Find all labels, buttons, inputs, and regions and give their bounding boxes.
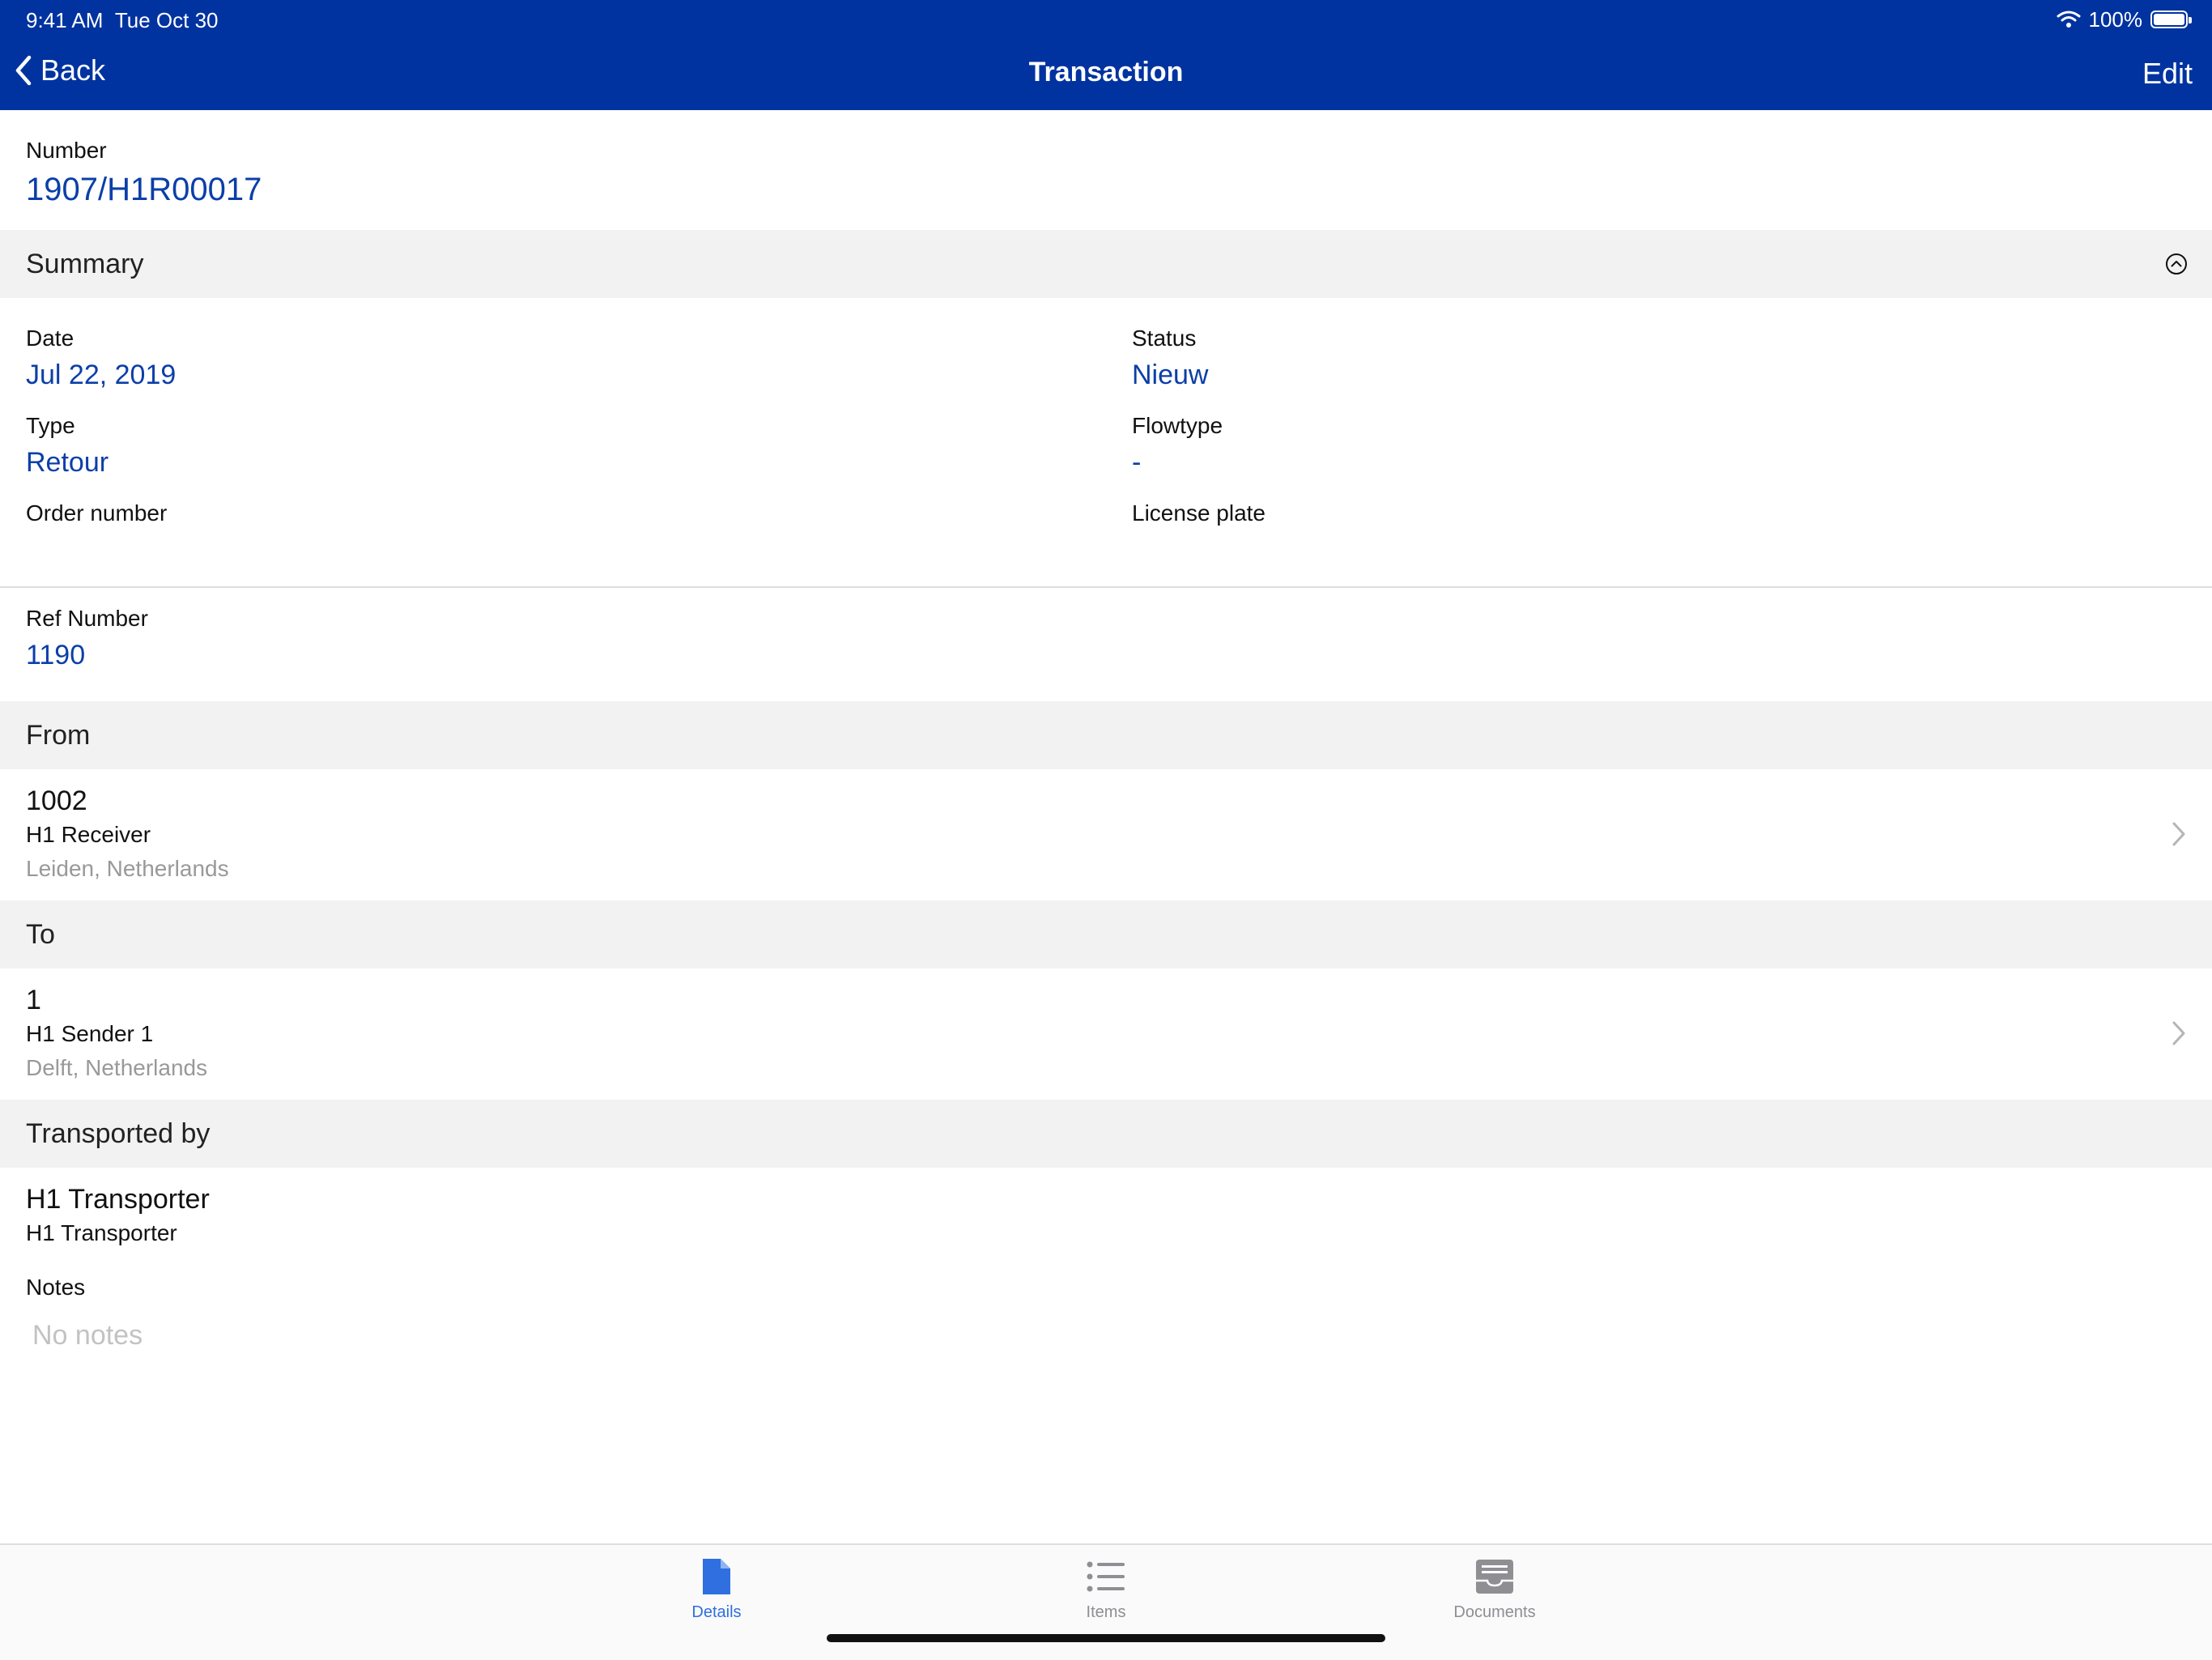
to-id: 1: [26, 985, 41, 1015]
transporter-row: H1 Transporter H1 Transporter: [0, 1168, 2212, 1257]
list-icon: [1087, 1561, 1125, 1592]
document-icon: [703, 1559, 730, 1594]
chevron-right-icon: [2172, 822, 2185, 846]
from-name: H1 Receiver: [26, 822, 151, 847]
date-value: Jul 22, 2019: [26, 360, 177, 390]
summary-header-label: Summary: [26, 248, 144, 279]
notes-label: Notes: [26, 1275, 86, 1300]
tab-bar: Details Items Documents: [0, 1543, 2212, 1660]
page-title: Transaction: [1028, 57, 1184, 87]
transporter-sub: H1 Transporter: [26, 1220, 177, 1245]
tab-details[interactable]: Details: [636, 1556, 798, 1622]
edit-button[interactable]: Edit: [2142, 57, 2193, 91]
to-location: Delft, Netherlands: [26, 1055, 208, 1080]
battery-percent: 100%: [2088, 6, 2143, 32]
license-plate-field: License plate: [1132, 500, 1266, 588]
to-party-row[interactable]: 1 H1 Sender 1 Delft, Netherlands: [0, 968, 2212, 1100]
notes-section: Notes No notes: [0, 1257, 2212, 1351]
chevron-right-icon: [2172, 1021, 2185, 1045]
summary-header[interactable]: Summary: [0, 230, 2212, 298]
status-label: Status: [1132, 326, 1197, 351]
from-header: From: [0, 701, 2212, 769]
date-label: Date: [26, 326, 74, 351]
tab-items-label: Items: [1086, 1603, 1126, 1621]
number-field: Number 1907/H1R00017: [0, 110, 2212, 230]
wifi-icon: [2057, 11, 2080, 28]
tab-documents[interactable]: Documents: [1414, 1556, 1576, 1622]
navigation-bar: 9:41 AM Tue Oct 30 100% Back Transaction…: [0, 0, 2212, 110]
tab-items[interactable]: Items: [1025, 1556, 1187, 1622]
home-indicator: [827, 1634, 1385, 1642]
status-date: Tue Oct 30: [114, 8, 219, 32]
transported-by-header: Transported by: [0, 1100, 2212, 1168]
notes-empty-text: No notes: [32, 1320, 143, 1351]
inbox-icon: [1476, 1560, 1513, 1594]
ref-number-value: 1190: [26, 640, 86, 670]
type-field: Type Retour: [26, 413, 176, 500]
flowtype-label: Flowtype: [1132, 413, 1223, 438]
order-number-label: Order number: [26, 500, 168, 526]
type-value: Retour: [26, 447, 109, 478]
to-header: To: [0, 900, 2212, 968]
tab-documents-label: Documents: [1453, 1603, 1536, 1621]
from-header-label: From: [26, 719, 91, 751]
date-field: Date Jul 22, 2019: [26, 326, 176, 413]
flowtype-value: -: [1132, 447, 1142, 478]
from-location: Leiden, Netherlands: [26, 856, 229, 881]
transaction-details: Number 1907/H1R00017 Summary Date Jul 22…: [0, 110, 2212, 1351]
status-value: Nieuw: [1132, 360, 1209, 390]
ref-number-field: Ref Number 1190: [0, 588, 2212, 701]
ref-number-label: Ref Number: [26, 606, 148, 631]
summary-right-column: Status Nieuw Flowtype - License plate: [1132, 326, 1266, 588]
from-party-row[interactable]: 1002 H1 Receiver Leiden, Netherlands: [0, 769, 2212, 900]
tab-details-label: Details: [691, 1603, 742, 1621]
from-id: 1002: [26, 785, 87, 816]
battery-icon: [2150, 11, 2192, 28]
number-value: 1907/H1R00017: [26, 172, 262, 207]
type-label: Type: [26, 413, 75, 438]
number-label: Number: [26, 138, 107, 163]
flowtype-field: Flowtype -: [1132, 413, 1266, 500]
summary-grid: Date Jul 22, 2019 Type Retour Order numb…: [0, 298, 2212, 588]
status-time: 9:41 AM: [26, 8, 104, 32]
to-header-label: To: [26, 918, 55, 950]
transporter-name: H1 Transporter: [26, 1184, 210, 1215]
status-field: Status Nieuw: [1132, 326, 1266, 413]
summary-left-column: Date Jul 22, 2019 Type Retour Order numb…: [26, 326, 176, 588]
status-bar-time: 9:41 AM Tue Oct 30: [26, 8, 219, 33]
battery-fill: [2154, 14, 2184, 25]
collapse-up-icon[interactable]: [2165, 253, 2188, 275]
to-name: H1 Sender 1: [26, 1021, 154, 1046]
license-plate-label: License plate: [1132, 500, 1266, 526]
transported-by-header-label: Transported by: [26, 1117, 211, 1149]
order-number-field: Order number: [26, 500, 176, 588]
status-bar-right: 100%: [2057, 6, 2192, 32]
